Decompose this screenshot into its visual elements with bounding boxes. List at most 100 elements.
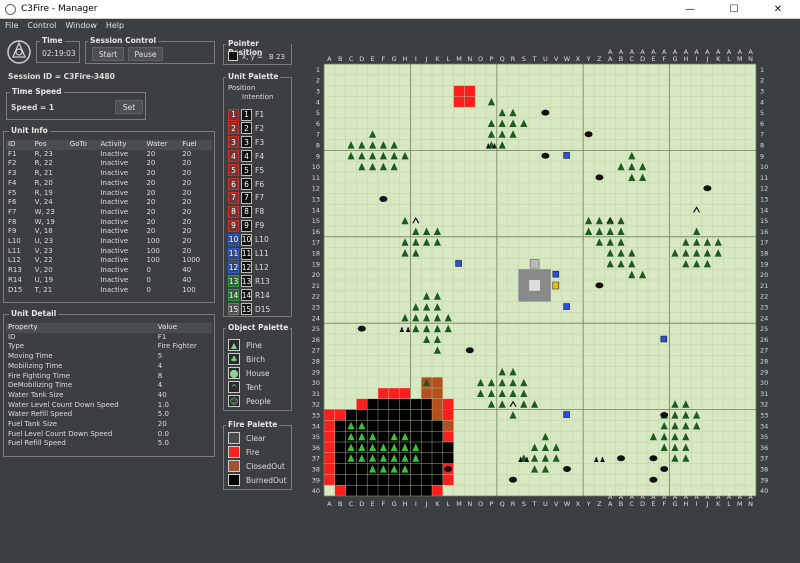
unit-palette-item[interactable]: 12 12 L12 [228, 261, 269, 274]
unit-position-icon[interactable]: 7 [228, 191, 239, 204]
unit-row[interactable]: L10 U, 23 Inactive 100 20 [6, 237, 212, 247]
menu-control[interactable]: Control [27, 21, 56, 30]
unit-intention-icon[interactable]: 12 [241, 261, 252, 274]
pause-button[interactable]: Pause [128, 47, 163, 61]
unit-marker[interactable] [563, 411, 570, 418]
unit-position-icon[interactable]: 11 [228, 247, 239, 260]
unit-intention-icon[interactable]: 2 [241, 122, 252, 135]
fire-palette-item[interactable]: Clear [228, 432, 266, 444]
menu-file[interactable]: File [5, 21, 18, 30]
unit-palette-item[interactable]: 8 8 F8 [228, 205, 264, 218]
unit-intention-icon[interactable]: 14 [241, 289, 252, 302]
column-header[interactable]: ID [6, 140, 33, 150]
property-row[interactable]: Water Refill Speed 5.0 [6, 410, 212, 420]
column-header[interactable]: Pos [32, 140, 68, 150]
unit-palette-item[interactable]: 13 13 R13 [228, 275, 270, 288]
unit-position-icon[interactable]: 1 [228, 108, 239, 121]
unit-palette-item[interactable]: 11 11 L11 [228, 247, 269, 260]
map-canvas[interactable]: ♟♟♟♟♟♟ ♟♟AABBCCDDEEFFGGHHIIJJKKLLMMNNOOPP… [296, 37, 800, 525]
unit-position-icon[interactable]: 10 [228, 233, 239, 246]
unit-palette-item[interactable]: 5 5 F5 [228, 164, 264, 177]
column-header[interactable]: GoTo [67, 140, 99, 150]
unit-row[interactable]: L11 V, 23 Inactive 100 20 [6, 247, 212, 257]
unit-palette-item[interactable]: 7 7 F7 [228, 191, 264, 204]
unit-palette-item[interactable]: 10 10 L10 [228, 233, 269, 246]
unit-palette-item[interactable]: 9 9 F9 [228, 219, 264, 232]
start-button[interactable]: Start [92, 47, 124, 61]
unit-intention-icon[interactable]: 1 [241, 108, 252, 121]
property-row[interactable]: Fuel Level Count Down Speed 0.0 [6, 430, 212, 440]
unit-marker[interactable] [552, 281, 560, 290]
unit-row[interactable]: F3 R, 21 Inactive 20 20 [6, 169, 212, 179]
unit-intention-icon[interactable]: 13 [241, 275, 252, 288]
unit-row[interactable]: F4 R, 20 Inactive 20 20 [6, 179, 212, 189]
unit-row[interactable]: F8 W, 19 Inactive 20 20 [6, 218, 212, 228]
unit-position-icon[interactable]: 12 [228, 261, 239, 274]
unit-intention-icon[interactable]: 3 [241, 136, 252, 149]
unit-palette-item[interactable]: 15 15 D15 [228, 303, 270, 316]
property-row[interactable]: Fire Fighting Time 8 [6, 372, 212, 382]
unit-row[interactable]: F5 R, 19 Inactive 20 20 [6, 189, 212, 199]
unit-marker[interactable] [660, 335, 668, 343]
unit-position-icon[interactable]: 15 [228, 303, 239, 316]
unit-marker[interactable] [552, 270, 560, 278]
unit-position-icon[interactable]: 6 [228, 178, 239, 190]
unit-intention-icon[interactable]: 15 [241, 303, 252, 316]
unit-row[interactable]: D15 T, 21 Inactive 0 100 [6, 286, 212, 296]
unit-row[interactable]: F1 R, 23 Inactive 20 20 [6, 150, 212, 160]
property-row[interactable]: Fuel Refill Speed 5.0 [6, 439, 212, 449]
object-palette-item[interactable]: ☺ People [228, 395, 271, 407]
map-view[interactable]: ♟♟ ♟♟ ♟♟ ♟♟ A A B B C C D D E E F F G G H H I I J J K K L L M M N N O O P P… [296, 37, 800, 525]
unit-position-icon[interactable]: 8 [228, 205, 239, 218]
column-header[interactable]: Value [155, 323, 212, 333]
unit-intention-icon[interactable]: 4 [241, 150, 252, 163]
unit-row[interactable]: R13 V, 20 Inactive 0 40 [6, 266, 212, 276]
unit-position-icon[interactable]: 14 [228, 289, 239, 302]
unit-intention-icon[interactable]: 7 [241, 191, 252, 204]
unit-row[interactable]: F7 W, 23 Inactive 20 20 [6, 208, 212, 218]
unit-row[interactable]: F2 R, 22 Inactive 20 20 [6, 159, 212, 169]
unit-marker[interactable] [455, 260, 462, 267]
minimize-button[interactable]: — [668, 0, 712, 19]
column-header[interactable]: Property [6, 323, 156, 333]
unit-palette-item[interactable]: 2 2 F2 [228, 122, 264, 135]
menu-window[interactable]: Window [65, 21, 97, 30]
object-palette-item[interactable]: ▲ Pine [228, 339, 262, 351]
property-row[interactable]: Moving Time 5 [6, 352, 212, 362]
unit-marker[interactable] [563, 303, 570, 310]
property-row[interactable]: ID F1 [6, 333, 212, 343]
object-palette-item[interactable]: ♣ Birch [228, 353, 265, 365]
unit-palette-item[interactable]: 14 14 R14 [228, 289, 270, 302]
unit-intention-icon[interactable]: 11 [241, 247, 252, 260]
unit-intention-icon[interactable]: 10 [241, 233, 252, 246]
property-row[interactable]: DeMobilizing Time 4 [6, 381, 212, 391]
unit-marker[interactable] [563, 152, 570, 159]
unit-row[interactable]: L12 V, 22 Inactive 100 1000 [6, 256, 212, 266]
unit-palette-item[interactable]: 3 3 F3 [228, 136, 264, 149]
column-header[interactable]: Fuel [180, 140, 212, 150]
unit-palette-item[interactable]: 1 1 F1 [228, 108, 264, 121]
unit-position-icon[interactable]: 3 [228, 136, 239, 149]
close-button[interactable]: ✕ [756, 0, 800, 19]
object-palette-item[interactable]: ^ Tent [228, 381, 262, 393]
unit-intention-icon[interactable]: 9 [241, 219, 252, 232]
unit-row[interactable]: F6 V, 24 Inactive 20 20 [6, 198, 212, 208]
column-header[interactable]: Activity [98, 140, 145, 150]
unit-palette-item[interactable]: 4 4 F4 [228, 150, 264, 163]
fire-palette-item[interactable]: ClosedOut [228, 460, 285, 472]
property-row[interactable]: Water Tank Size 40 [6, 391, 212, 401]
unit-position-icon[interactable]: 2 [228, 122, 239, 135]
unit-intention-icon[interactable]: 6 [241, 178, 252, 190]
unit-row[interactable]: F9 V, 18 Inactive 20 20 [6, 227, 212, 237]
maximize-button[interactable]: ☐ [712, 0, 756, 19]
fire-palette-item[interactable]: Fire [228, 446, 259, 458]
unit-position-icon[interactable]: 5 [228, 164, 239, 177]
unit-position-icon[interactable]: 9 [228, 219, 239, 232]
unit-position-icon[interactable]: 4 [228, 150, 239, 163]
property-row[interactable]: Fuel Tank Size 20 [6, 420, 212, 430]
set-speed-button[interactable]: Set [115, 100, 143, 114]
property-row[interactable]: Mobilizing Time 4 [6, 362, 212, 372]
menu-help[interactable]: Help [106, 21, 124, 30]
unit-intention-icon[interactable]: 8 [241, 205, 252, 218]
property-row[interactable]: Water Level Count Down Speed 1.0 [6, 401, 212, 411]
